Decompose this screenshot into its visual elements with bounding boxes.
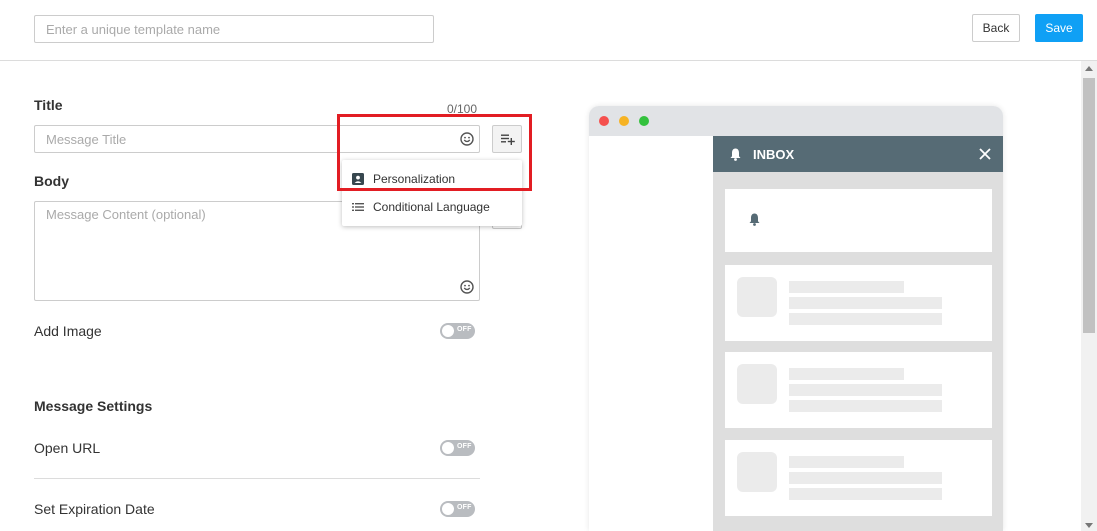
inbox-placeholder-card (725, 440, 992, 516)
placeholder-line (789, 281, 904, 293)
scroll-down-arrow-icon[interactable] (1085, 523, 1093, 528)
toggle-state-text: OFF (457, 443, 472, 450)
window-close-dot-icon (599, 116, 609, 126)
placeholder-avatar (737, 452, 777, 492)
placeholder-line (789, 368, 904, 380)
menu-item-label: Conditional Language (373, 200, 490, 214)
expiration-date-toggle[interactable]: OFF (440, 501, 475, 517)
inbox-header: INBOX (713, 136, 1003, 172)
list-icon (352, 203, 364, 211)
placeholder-avatar (737, 364, 777, 404)
inbox-placeholder-card (725, 352, 992, 428)
placeholder-line (789, 384, 942, 396)
toggle-state-text: OFF (457, 504, 472, 511)
add-image-label: Add Image (34, 323, 102, 339)
placeholder-line (789, 313, 942, 325)
toggle-knob (442, 442, 454, 454)
open-url-toggle[interactable]: OFF (440, 440, 475, 456)
inbox-title: INBOX (753, 147, 795, 162)
body-label: Body (34, 173, 69, 189)
back-button[interactable]: Back (972, 14, 1020, 42)
placeholder-line (789, 297, 942, 309)
scroll-thumb[interactable] (1083, 78, 1095, 333)
bell-icon (749, 213, 760, 226)
annotation-highlight-box (337, 114, 532, 191)
menu-item-conditional-language[interactable]: Conditional Language (342, 192, 522, 220)
window-maximize-dot-icon (639, 116, 649, 126)
inbox-notification-card (725, 189, 992, 252)
close-icon[interactable] (979, 148, 991, 160)
placeholder-avatar (737, 277, 777, 317)
open-url-label: Open URL (34, 440, 101, 456)
page-scrollbar[interactable] (1081, 61, 1097, 531)
body-emoji-icon[interactable] (460, 280, 474, 294)
placeholder-line (789, 472, 942, 484)
device-preview: INBOX (589, 106, 1003, 531)
save-button[interactable]: Save (1035, 14, 1083, 42)
header-bar: Back Save (0, 0, 1097, 61)
scroll-up-arrow-icon[interactable] (1085, 66, 1093, 71)
settings-divider (34, 478, 480, 479)
template-name-input[interactable] (34, 15, 434, 43)
placeholder-line (789, 456, 904, 468)
toggle-knob (442, 503, 454, 515)
placeholder-line (789, 400, 942, 412)
toggle-state-text: OFF (457, 326, 472, 333)
expiration-date-label: Set Expiration Date (34, 501, 155, 517)
title-label: Title (34, 97, 63, 113)
preview-window-bar (589, 106, 1003, 136)
toggle-knob (442, 325, 454, 337)
add-image-toggle[interactable]: OFF (440, 323, 475, 339)
placeholder-line (789, 488, 942, 500)
message-settings-heading: Message Settings (34, 398, 153, 414)
bell-icon (730, 148, 741, 161)
inbox-panel: INBOX (713, 136, 1003, 531)
window-minimize-dot-icon (619, 116, 629, 126)
inbox-placeholder-card (725, 265, 992, 341)
